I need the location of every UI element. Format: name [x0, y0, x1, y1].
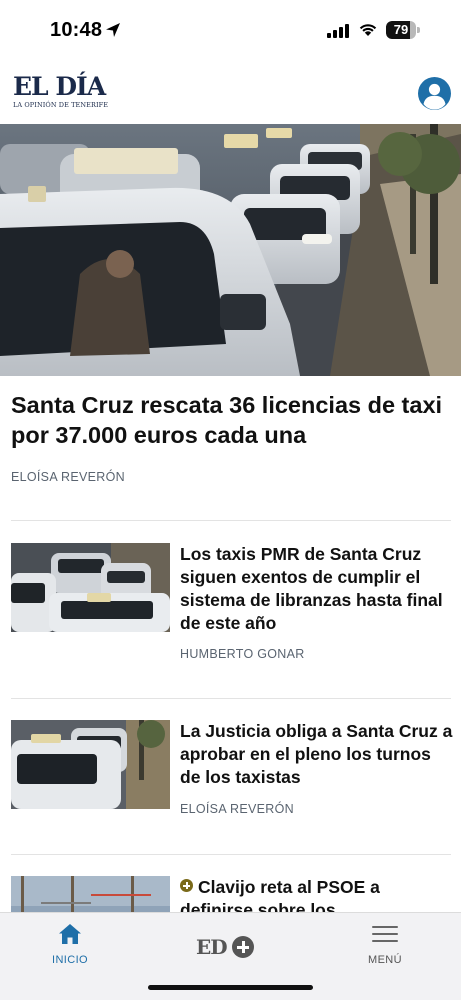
divider: [11, 854, 451, 855]
article-item[interactable]: La Justicia obliga a Santa Cruz a aproba…: [11, 720, 452, 830]
article-item[interactable]: Los taxis PMR de Santa Cruz siguen exent…: [11, 543, 451, 673]
article-title[interactable]: Los taxis PMR de Santa Cruz siguen exent…: [180, 543, 455, 635]
edplus-logo: ED: [196, 935, 255, 959]
status-bar: 10:48 79: [0, 0, 461, 62]
battery-level: 79: [393, 22, 409, 37]
battery-icon: 79: [386, 21, 420, 39]
article-thumbnail[interactable]: [11, 876, 170, 912]
divider: [11, 698, 451, 699]
article-thumbnail[interactable]: [11, 543, 170, 632]
edplus-label: ED: [196, 935, 228, 959]
location-arrow-icon: [106, 23, 120, 37]
article-author[interactable]: HUMBERTO GONAR: [180, 647, 305, 661]
wifi-icon: [359, 24, 377, 36]
el-dia-logo[interactable]: EL DÍA LA OPINIÓN DE TENERIFE: [13, 72, 109, 110]
nav-menu-label: MENÚ: [368, 954, 402, 966]
nav-edplus[interactable]: ED: [170, 913, 290, 983]
nav-home-label: INICIO: [51, 954, 88, 966]
article-title-text: Clavijo reta al PSOE a definirse sobre l…: [180, 877, 380, 912]
home-icon: [59, 924, 81, 944]
article-title[interactable]: La Justicia obliga a Santa Cruz a aproba…: [180, 720, 455, 789]
plus-circle-icon: [180, 879, 193, 892]
nav-menu[interactable]: MENÚ: [325, 913, 445, 983]
taxi-rank-photo: [0, 124, 461, 376]
plus-circle-icon: [232, 936, 255, 958]
home-indicator: [148, 985, 313, 990]
article-item[interactable]: Clavijo reta al PSOE a definirse sobre l…: [11, 876, 451, 912]
article-thumbnail[interactable]: [11, 720, 170, 809]
status-time: 10:48: [50, 19, 103, 41]
app-header: EL DÍA LA OPINIÓN DE TENERIFE: [0, 62, 461, 124]
hero-article-author[interactable]: ELOÍSA REVERÓN: [11, 470, 125, 484]
article-author[interactable]: ELOÍSA REVERÓN: [180, 802, 294, 816]
article-title[interactable]: Clavijo reta al PSOE a definirse sobre l…: [180, 876, 451, 912]
nav-home[interactable]: INICIO: [10, 913, 130, 983]
hamburger-icon: [372, 926, 398, 942]
logo-subtitle: LA OPINIÓN DE TENERIFE: [13, 101, 109, 109]
cellular-signal-icon: [327, 24, 349, 38]
hero-article-image[interactable]: [0, 124, 461, 376]
logo-title: EL DÍA: [13, 72, 106, 101]
account-button[interactable]: [418, 77, 451, 110]
hero-article-title[interactable]: Santa Cruz rescata 36 licencias de taxi …: [11, 390, 451, 450]
divider: [11, 520, 451, 521]
user-circle-icon: [423, 83, 446, 110]
